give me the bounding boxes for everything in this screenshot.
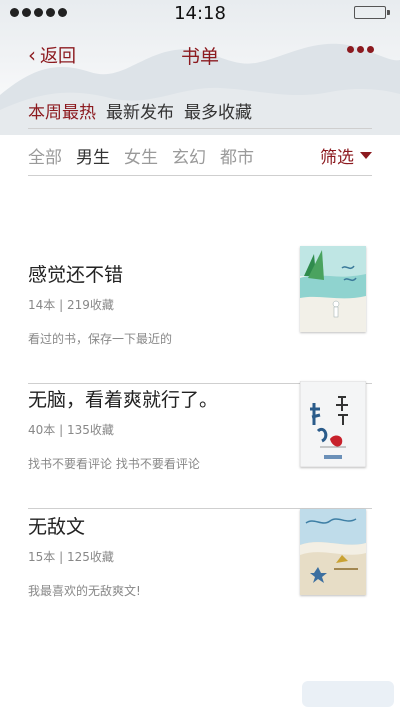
tab-category-female[interactable]: 女生 xyxy=(124,143,158,168)
book-cover-image xyxy=(300,246,366,332)
tab-most-favorited[interactable]: 最多收藏 xyxy=(184,98,252,123)
list-description: 看过的书，保存一下最近的 xyxy=(28,332,173,346)
site-watermark xyxy=(302,681,394,707)
filter-label: 筛选 xyxy=(320,148,354,168)
list-title: 无敌文 xyxy=(28,516,86,538)
divider xyxy=(28,175,372,176)
list-description: 找书不要看评论 找书不要看评论 xyxy=(28,457,200,471)
list-meta: 15本 | 125收藏 xyxy=(28,550,114,564)
list-item[interactable]: 无脑，看着爽就行了。 40本 | 135收藏 找书不要看评论 找书不要看评论 xyxy=(28,381,372,509)
more-options-button[interactable] xyxy=(347,46,374,53)
tab-category-all[interactable]: 全部 xyxy=(28,143,62,168)
list-title: 感觉还不错 xyxy=(28,264,124,286)
starfish-sand-cover-icon xyxy=(300,509,366,595)
filter-button[interactable]: 筛选 xyxy=(320,143,372,168)
list-meta: 14本 | 219收藏 xyxy=(28,298,114,312)
tab-latest[interactable]: 最新发布 xyxy=(106,98,174,123)
list-item[interactable]: 感觉还不错 14本 | 219收藏 看过的书，保存一下最近的 xyxy=(28,246,372,384)
list-title: 无脑，看着爽就行了。 xyxy=(28,389,219,411)
page-title: 书单 xyxy=(180,46,219,68)
tab-category-urban[interactable]: 都市 xyxy=(220,143,254,168)
category-tabs: 全部 男生 女生 玄幻 都市 xyxy=(28,143,254,168)
status-time: 14:18 xyxy=(174,3,226,24)
tab-weekly-hot[interactable]: 本周最热 xyxy=(28,98,96,123)
calligraphy-cover-icon xyxy=(300,381,366,467)
tab-category-fantasy[interactable]: 玄幻 xyxy=(172,143,206,168)
sort-tabs: 本周最热 最新发布 最多收藏 xyxy=(28,98,252,123)
more-dot-icon xyxy=(347,46,354,53)
battery-icon xyxy=(354,6,390,19)
book-cover-image xyxy=(300,509,366,595)
status-bar: 14:18 xyxy=(0,0,400,26)
more-dot-icon xyxy=(357,46,364,53)
more-dot-icon xyxy=(367,46,374,53)
tab-category-male[interactable]: 男生 xyxy=(76,143,110,168)
list-meta: 40本 | 135收藏 xyxy=(28,423,114,437)
caret-down-icon xyxy=(360,152,372,159)
divider xyxy=(28,128,372,129)
list-item[interactable]: 无敌文 15本 | 125收藏 我最喜欢的无敌爽文! xyxy=(28,509,372,636)
book-cover-image xyxy=(300,381,366,467)
list-description: 我最喜欢的无敌爽文! xyxy=(28,584,141,598)
beach-sea-cover-icon xyxy=(300,246,366,332)
